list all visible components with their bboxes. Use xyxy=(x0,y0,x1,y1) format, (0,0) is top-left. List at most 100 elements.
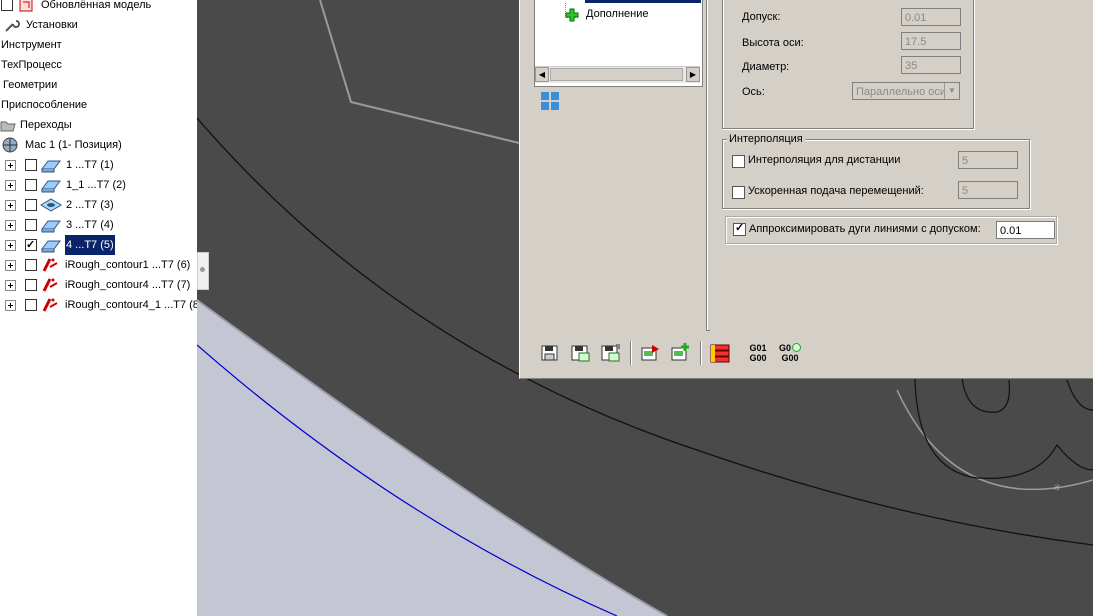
tree-item-checkbox[interactable] xyxy=(1,0,13,11)
interpolation-group-title: Интерполяция xyxy=(727,133,805,145)
panel-divider xyxy=(706,0,707,330)
tree-item-operation-5[interactable]: 4 ...T7 (5) xyxy=(0,235,197,255)
interp-distance-checkbox[interactable] xyxy=(732,155,745,168)
rapid-feed-label: Ускоренная подача перемещений: xyxy=(748,185,924,197)
export-icon[interactable] xyxy=(640,343,660,363)
feature-contour xyxy=(914,377,1093,479)
tree-item-label: 1_1 ...T7 (2) xyxy=(66,179,126,191)
rough-contour-icon xyxy=(42,278,58,292)
horizontal-scrollbar[interactable]: ◀ ▶ xyxy=(535,66,700,83)
model-icon xyxy=(19,0,33,12)
interp-distance-field[interactable]: 5 xyxy=(958,151,1018,169)
scroll-right-icon[interactable]: ▶ xyxy=(686,67,700,82)
add-to-list-icon[interactable] xyxy=(670,343,690,363)
feature-slot xyxy=(961,377,1011,413)
interp-distance-label: Интерполяция для дистанции xyxy=(748,154,901,166)
tolerance-label: Допуск: xyxy=(742,11,781,23)
tree-item-updated-model[interactable]: Обновлённая модель xyxy=(0,0,197,15)
approx-arcs-checkbox[interactable] xyxy=(733,221,746,236)
axis-height-field[interactable]: 17.5 xyxy=(901,32,961,50)
expand-icon[interactable] xyxy=(5,260,16,271)
tree-item-addition[interactable]: Дополнение xyxy=(586,8,648,20)
status-dot-icon xyxy=(792,343,801,352)
diameter-field[interactable]: 35 xyxy=(901,56,961,74)
approx-tolerance-field[interactable]: 0.01 xyxy=(996,221,1055,239)
chevron-down-icon[interactable]: ▼ xyxy=(944,83,959,99)
expand-icon[interactable] xyxy=(5,240,16,251)
tolerance-field[interactable]: 0.01 xyxy=(901,8,961,26)
tree-item-operation-1[interactable]: 1 ...T7 (1) xyxy=(0,155,197,175)
scroll-left-icon[interactable]: ◀ xyxy=(535,67,549,82)
folder-open-icon xyxy=(0,121,16,132)
pocket-operation-icon xyxy=(41,240,61,253)
tree-item-operation-7[interactable]: iRough_contour4 ...T7 (7) xyxy=(0,275,197,295)
tree-item-label: iRough_contour4 ...T7 (7) xyxy=(65,279,191,291)
scrollbar-thumb[interactable] xyxy=(550,68,683,81)
view-mode-icon[interactable] xyxy=(540,91,560,111)
tree-item-label: 1 ...T7 (1) xyxy=(66,159,114,171)
tree-item-label: 3 ...T7 (4) xyxy=(66,219,114,231)
axis-select[interactable]: Параллельно оси ▼ xyxy=(852,82,960,100)
g00-label: G00 xyxy=(781,353,799,363)
tree-item-label: Обновлённая модель xyxy=(41,0,152,11)
tree-item-checkbox[interactable] xyxy=(25,235,37,255)
tree-item-checkbox[interactable] xyxy=(25,279,37,291)
tree-item-label: Инструмент xyxy=(1,39,62,51)
toolbar-separator xyxy=(630,341,631,365)
tree-item-operation-4[interactable]: 3 ...T7 (4) xyxy=(0,215,197,235)
tree-item-checkbox[interactable] xyxy=(25,159,37,171)
sketch-line xyxy=(319,0,520,144)
expand-icon[interactable] xyxy=(5,280,16,291)
tree-item-transitions[interactable]: Переходы xyxy=(0,115,197,135)
tree-item-operation-6[interactable]: iRough_contour1 ...T7 (6) xyxy=(0,255,197,275)
tree-item-operation-2[interactable]: 1_1 ...T7 (2) xyxy=(0,175,197,195)
rapid-feed-checkbox[interactable] xyxy=(732,186,745,199)
g0-to-g00-button[interactable]: G0 G00 xyxy=(777,343,803,363)
position-icon xyxy=(2,137,18,153)
tree-item-label: Мас 1 (1- Позиция) xyxy=(25,139,122,151)
expand-icon[interactable] xyxy=(5,220,16,231)
tree-item-label-selected: 4 ...T7 (5) xyxy=(65,235,115,255)
layers-icon[interactable] xyxy=(709,342,731,364)
face-operation-icon xyxy=(40,198,62,212)
tree-item-label: Переходы xyxy=(20,119,72,131)
tree-item-checkbox[interactable] xyxy=(25,179,37,191)
pocket-operation-icon xyxy=(41,160,61,173)
axis-select-value: Параллельно оси xyxy=(856,86,947,98)
tree-item-operation-8[interactable]: iRough_contour4_1 ...T7 (8) xyxy=(0,295,197,315)
tree-item-checkbox[interactable] xyxy=(25,199,37,211)
operation-parameters-dialog: Дополнение ◀ ▶ Допуск: 0.01 Высота оси: … xyxy=(519,0,1093,379)
g00-label: G00 xyxy=(749,353,767,363)
tree-item-setups[interactable]: Установки xyxy=(0,15,197,35)
g01-to-g00-button[interactable]: G01 G00 xyxy=(745,343,771,363)
toolbar-separator xyxy=(700,341,701,365)
expand-icon[interactable] xyxy=(5,300,16,311)
rapid-feed-field[interactable]: 5 xyxy=(958,181,1018,199)
g01-label: G01 xyxy=(749,343,767,353)
tree-item-checkbox[interactable] xyxy=(25,219,37,231)
tree-item-label: iRough_contour4_1 ...T7 (8) xyxy=(65,299,197,311)
pocket-operation-icon xyxy=(41,180,61,193)
approx-arcs-label: Аппроксимировать дуги линиями с допуском… xyxy=(749,223,981,235)
tree-item-checkbox[interactable] xyxy=(25,259,37,271)
save-all-icon[interactable] xyxy=(600,343,620,363)
tree-item-operation-3[interactable]: 2 ...T7 (3) xyxy=(0,195,197,215)
point-marker: ✳ xyxy=(1053,483,1061,494)
feature-slot-2 xyxy=(1066,379,1093,411)
save-icon[interactable] xyxy=(540,343,560,363)
expand-icon[interactable] xyxy=(5,180,16,191)
tree-item-checkbox[interactable] xyxy=(25,299,37,311)
tree-item-label: 2 ...T7 (3) xyxy=(66,199,114,211)
rough-contour-icon xyxy=(42,298,58,312)
tree-item-machine[interactable]: Мас 1 (1- Позиция) xyxy=(0,135,197,155)
save-as-icon[interactable] xyxy=(570,343,590,363)
expand-icon[interactable] xyxy=(5,160,16,171)
expand-icon[interactable] xyxy=(5,200,16,211)
panel-resize-handle[interactable] xyxy=(197,252,209,290)
divider-foot xyxy=(706,330,710,331)
strategy-tree[interactable]: Дополнение ◀ ▶ xyxy=(534,0,703,87)
tree-item-label: Геометрии xyxy=(3,79,58,91)
axis-label: Ось: xyxy=(742,86,765,98)
tree-item-label: Приспособление xyxy=(1,99,88,111)
axis-height-label: Высота оси: xyxy=(742,37,804,49)
